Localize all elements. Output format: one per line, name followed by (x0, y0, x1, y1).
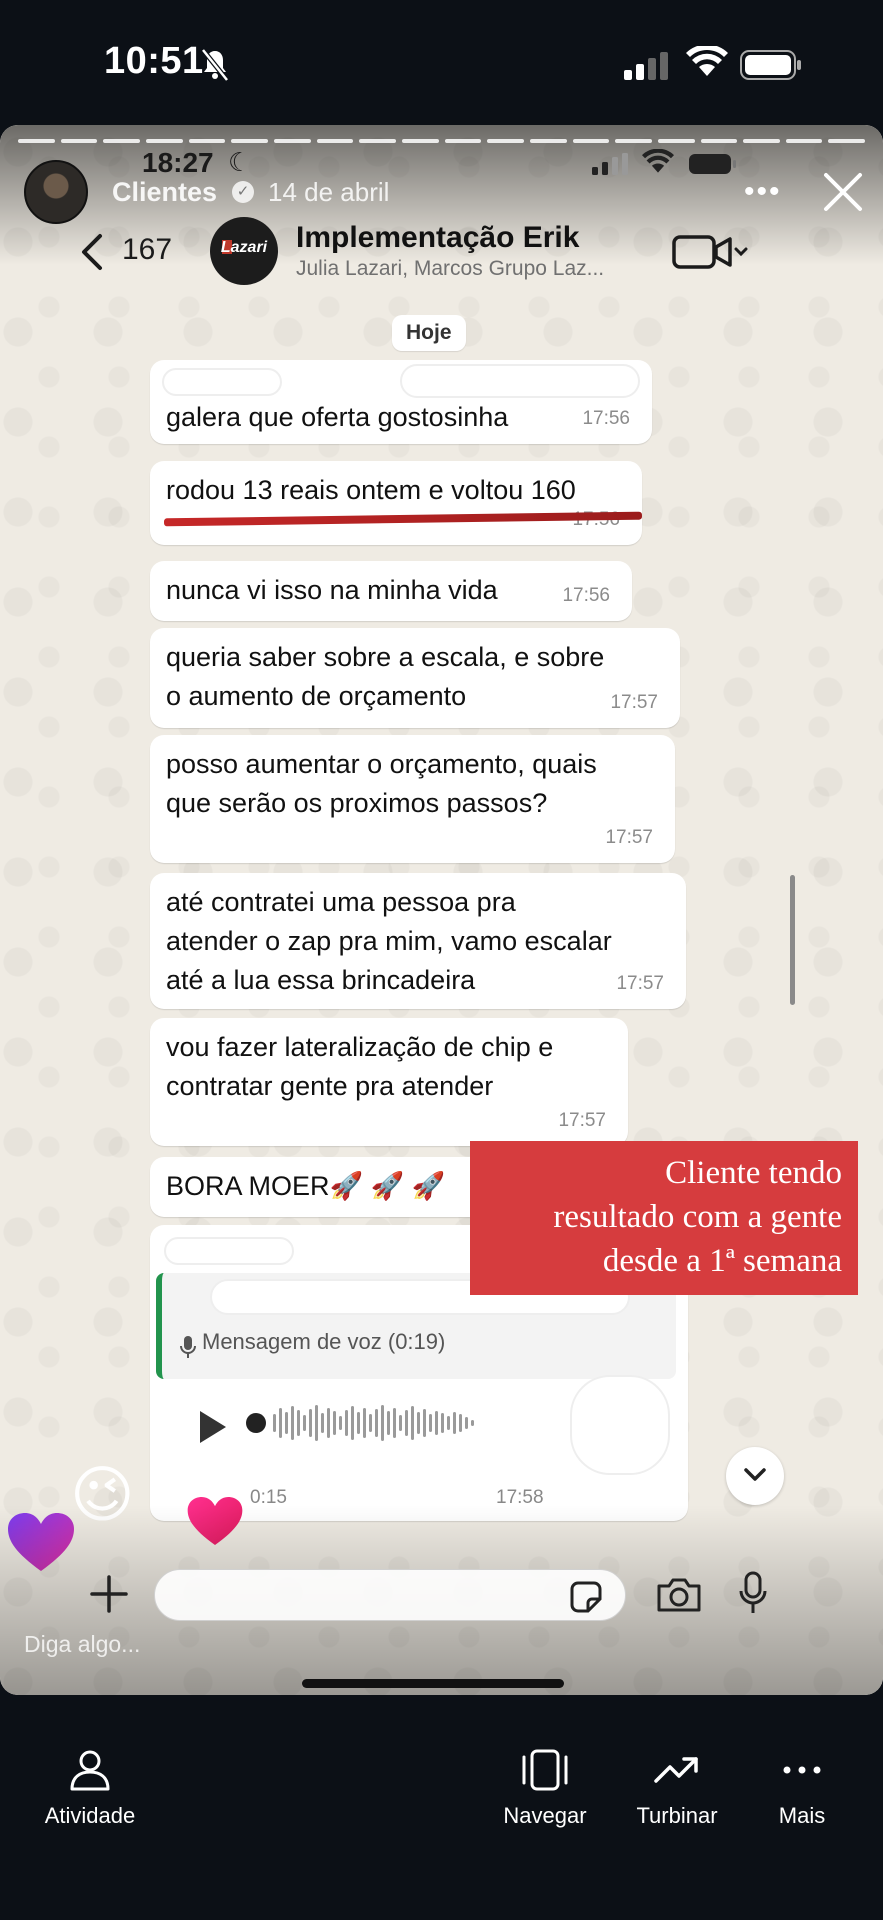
message-bubble[interactable]: nunca vi isso na minha vida 17:56 (150, 561, 632, 621)
story-reply-input[interactable]: Diga algo... (24, 1631, 140, 1658)
message-bubble[interactable]: queria saber sobre a escala, e sobre o a… (150, 628, 680, 728)
message-time: 17:57 (558, 1110, 606, 1131)
nav-browse[interactable]: Navegar (490, 1747, 600, 1829)
group-avatar-logo-text: Lazari (220, 239, 268, 256)
scroll-to-bottom-button[interactable] (726, 1447, 784, 1505)
battery-icon (740, 50, 801, 80)
date-separator: Hoje (392, 315, 466, 351)
message-text: queria saber sobre a escala, e sobre o a… (166, 642, 605, 711)
os-time: 10:51 (104, 40, 204, 82)
story-progress-bar (18, 139, 866, 143)
message-bubble[interactable]: posso aumentar o orçamento, quais que se… (150, 735, 675, 863)
chat-message-input[interactable] (154, 1569, 626, 1621)
more-icon (783, 1766, 821, 1774)
moon-icon: ☾ (228, 147, 252, 177)
play-icon[interactable] (194, 1407, 230, 1447)
back-chevron-icon[interactable] (78, 232, 106, 272)
message-bubble[interactable]: BORA MOER🚀 🚀 🚀 (150, 1157, 500, 1217)
overlay-text: Cliente tendo resultado com a gente desd… (553, 1155, 842, 1279)
chat-title[interactable]: Implementação Erik (296, 221, 579, 255)
nav-activity[interactable]: Atividade (30, 1747, 150, 1829)
nav-label: Atividade (44, 1803, 136, 1828)
story-username[interactable]: Clientes (112, 177, 217, 208)
story-card[interactable]: 18:27 ☾ Clientes ✓ 14 de abril ••• 167 L… (0, 125, 883, 1695)
message-time: 17:56 (562, 585, 610, 606)
person-icon (70, 1750, 110, 1791)
nav-label: Navegar (503, 1803, 587, 1828)
screen: 10:51 18:27 ☾ Clientes ✓ 14 de abril •••… (0, 0, 883, 1920)
story-text-overlay[interactable]: Cliente tendo resultado com a gente desd… (470, 1141, 858, 1295)
inner-battery-icon (689, 154, 736, 174)
message-time: 17:56 (582, 408, 630, 429)
message-time: 17:57 (616, 973, 664, 994)
unread-count[interactable]: 167 (122, 233, 172, 267)
video-call-icon[interactable] (672, 233, 750, 271)
story-bottom-nav: Atividade Navegar Turbinar Mais (0, 1695, 883, 1920)
microphone-icon[interactable] (738, 1571, 768, 1615)
message-bubble[interactable]: até contratei uma pessoa pra atender o z… (150, 873, 686, 1009)
waveform-playhead[interactable] (246, 1413, 266, 1433)
story-date: 14 de abril (268, 177, 390, 207)
nav-label: Mais (778, 1803, 826, 1828)
story-avatar[interactable] (24, 160, 88, 224)
silent-bell-icon (201, 48, 229, 82)
message-text: rodou 13 reais ontem e voltou 160 (166, 475, 576, 505)
message-text: vou fazer lateralização de chip e contra… (166, 1032, 554, 1101)
message-text: nunca vi isso na minha vida (166, 575, 498, 605)
nav-label: Turbinar (636, 1803, 718, 1828)
inner-signal-icon (592, 153, 628, 175)
message-time: 17:57 (610, 692, 658, 713)
message-bubble[interactable]: galera que oferta gostosinha 17:56 (150, 360, 652, 444)
message-text: BORA MOER🚀 🚀 🚀 (166, 1171, 446, 1201)
cell-signal-icon (624, 52, 668, 80)
close-icon[interactable] (818, 167, 868, 217)
wifi-icon (686, 46, 728, 76)
nav-boost[interactable]: Turbinar (622, 1747, 732, 1829)
chat-members: Julia Lazari, Marcos Grupo Laz... (296, 257, 605, 280)
message-bubble[interactable]: rodou 13 reais ontem e voltou 160 17:56 (150, 461, 642, 545)
trending-up-icon (654, 1757, 698, 1783)
voice-quote-label: Mensagem de voz (0:19) (202, 1329, 446, 1354)
message-text: até contratei uma pessoa pra atender o z… (166, 887, 612, 995)
message-text: galera que oferta gostosinha (166, 402, 509, 432)
inner-home-indicator (302, 1679, 564, 1688)
voice-waveform[interactable] (246, 1403, 546, 1443)
scrollbar[interactable] (790, 875, 795, 1005)
verified-icon: ✓ (232, 181, 254, 203)
camera-icon[interactable] (656, 1577, 702, 1613)
message-time: 17:57 (605, 827, 653, 848)
os-status-bar: 10:51 (0, 0, 883, 125)
swipe-icon (522, 1749, 568, 1791)
group-avatar[interactable]: Lazari (210, 217, 278, 285)
chevron-down-icon (744, 1468, 766, 1481)
message-text: posso aumentar o orçamento, quais que se… (166, 749, 597, 818)
inner-status-time: 18:27 (142, 147, 214, 178)
sticker-icon[interactable] (568, 1579, 604, 1615)
inner-wifi-icon (642, 149, 674, 173)
more-options-icon[interactable]: ••• (744, 175, 782, 209)
plus-icon[interactable] (88, 1573, 130, 1615)
message-bubble[interactable]: vou fazer lateralização de chip e contra… (150, 1018, 628, 1146)
nav-more[interactable]: Mais (752, 1747, 852, 1829)
mic-icon (180, 1336, 196, 1358)
